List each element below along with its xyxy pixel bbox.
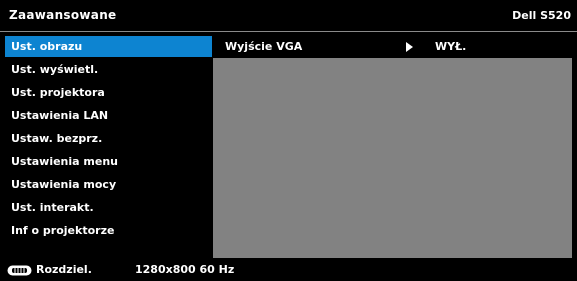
resolution-value: 1280x800 60 Hz: [135, 263, 235, 276]
sidebar-item-projector-info[interactable]: Inf o projektorze: [5, 220, 212, 241]
resolution-label: Rozdziel.: [36, 263, 92, 276]
sidebar-item-menu-settings[interactable]: Ustawienia menu: [5, 151, 212, 172]
settings-sidebar: Ust. obrazu Ust. wyświetl. Ust. projekto…: [5, 36, 212, 258]
vga-output-setting-row[interactable]: Wyjście VGA WYŁ.: [213, 36, 572, 58]
sidebar-item-interactive-settings[interactable]: Ust. interakt.: [5, 197, 212, 218]
vga-output-label: Wyjście VGA: [225, 40, 303, 53]
status-bar: Rozdziel. 1280x800 60 Hz: [0, 260, 577, 281]
projector-osd-menu: Zaawansowane Dell S520 Ust. obrazu Ust. …: [0, 0, 577, 281]
menu-title: Zaawansowane: [9, 8, 117, 22]
vga-output-value[interactable]: WYŁ.: [435, 40, 466, 53]
sidebar-item-power-settings[interactable]: Ustawienia mocy: [5, 174, 212, 195]
sidebar-item-image-settings[interactable]: Ust. obrazu: [5, 36, 212, 57]
sidebar-item-projector-settings[interactable]: Ust. projektora: [5, 82, 212, 103]
resolution-icon: [7, 265, 32, 276]
settings-panel: Wyjście VGA WYŁ.: [213, 36, 572, 258]
right-triangle-icon: [406, 42, 413, 52]
sidebar-item-wireless-settings[interactable]: Ustaw. bezprz.: [5, 128, 212, 149]
sidebar-item-lan-settings[interactable]: Ustawienia LAN: [5, 105, 212, 126]
projector-model: Dell S520: [512, 9, 571, 22]
sidebar-item-display-settings[interactable]: Ust. wyświetl.: [5, 59, 212, 80]
menu-header: Zaawansowane Dell S520: [0, 0, 577, 30]
header-divider: [0, 31, 577, 32]
